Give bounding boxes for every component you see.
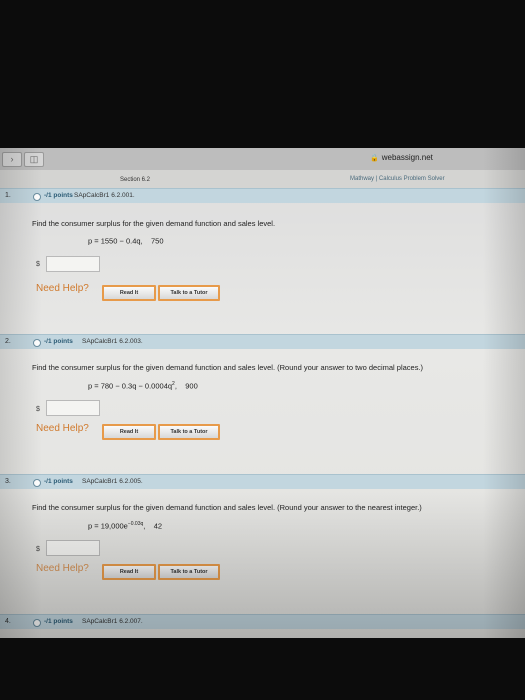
demand-equation: p = 19,000e−0.03q, 42 <box>88 521 162 531</box>
url-text: webassign.net <box>381 153 433 162</box>
question-code: SApCalcBr1 6.2.005. <box>82 478 143 485</box>
question-text: Find the consumer surplus for the given … <box>32 363 424 372</box>
talk-to-tutor-button[interactable]: Talk to a Tutor <box>158 564 220 580</box>
dollar-sign: $ <box>36 261 40 268</box>
question-3: 3. -/1 points SApCalcBr1 6.2.005. Find t… <box>0 474 525 607</box>
equation-main: p = 780 − 0.3q − 0.0004q <box>88 381 173 391</box>
question-body: Find the consumer surplus for the given … <box>0 489 525 607</box>
question-code: SApCalcBr1 6.2.007. <box>82 618 143 625</box>
question-header: 3. -/1 points SApCalcBr1 6.2.005. <box>0 474 525 489</box>
answer-input[interactable] <box>46 256 100 272</box>
screen: › ◫ 🔒 webassign.net Section 6.2 Mathway |… <box>0 148 525 638</box>
dollar-sign: $ <box>36 406 40 413</box>
expand-icon[interactable] <box>33 193 41 201</box>
question-2: 2. -/1 points SApCalcBr1 6.2.003. Find t… <box>0 334 525 467</box>
equation-main: p = 1550 − 0.4q, <box>88 236 143 246</box>
equation-main: p = 19,000e <box>88 521 128 531</box>
answer-input[interactable] <box>46 540 100 556</box>
page-header: Section 6.2 Mathway | Calculus Problem S… <box>0 170 525 188</box>
talk-to-tutor-button[interactable]: Talk to a Tutor <box>158 424 220 440</box>
demand-equation: p = 780 − 0.3q − 0.0004q2, 900 <box>88 381 198 391</box>
talk-to-tutor-button[interactable]: Talk to a Tutor <box>158 285 220 301</box>
question-header: 4. -/1 points SApCalcBr1 6.2.007. <box>0 614 525 629</box>
equation-rest: , <box>143 521 146 531</box>
browser-toolbar: › ◫ 🔒 webassign.net <box>0 148 525 171</box>
read-it-button[interactable]: Read It <box>102 564 156 580</box>
dollar-sign: $ <box>36 546 40 553</box>
question-number: 2. <box>5 338 11 345</box>
question-4: 4. -/1 points SApCalcBr1 6.2.007. <box>0 614 525 629</box>
question-code: SApCalcBr1 6.2.003. <box>82 338 143 345</box>
question-header: 1. -/1 points SApCalcBr1 6.2.001. <box>0 188 525 203</box>
expand-icon[interactable] <box>33 479 41 487</box>
need-help-label: Need Help? <box>36 283 89 294</box>
question-number: 4. <box>5 618 11 625</box>
question-number: 1. <box>5 192 11 199</box>
need-help-label: Need Help? <box>36 423 89 434</box>
question-body: Find the consumer surplus for the given … <box>0 349 525 467</box>
expand-icon[interactable] <box>33 619 41 627</box>
mathway-link[interactable]: Mathway | Calculus Problem Solver <box>350 176 445 182</box>
sidebar-icon[interactable]: ◫ <box>24 152 44 167</box>
question-header: 2. -/1 points SApCalcBr1 6.2.003. <box>0 334 525 349</box>
question-text: Find the consumer surplus for the given … <box>32 503 422 512</box>
question-1: 1. -/1 points SApCalcBr1 6.2.001. Find t… <box>0 188 525 321</box>
question-text: Find the consumer surplus for the given … <box>32 219 276 228</box>
lock-icon: 🔒 <box>370 155 379 162</box>
question-code: SApCalcBr1 6.2.001. <box>74 192 135 199</box>
question-points: -/1 points <box>44 338 73 345</box>
sales-level: 42 <box>153 521 163 531</box>
section-title: Section 6.2 <box>120 177 151 183</box>
expand-icon[interactable] <box>33 339 41 347</box>
question-points: -/1 points <box>44 192 73 199</box>
equation-exponent: −0.03q <box>127 521 144 527</box>
browser-nav: › ◫ <box>2 152 44 167</box>
forward-icon[interactable]: › <box>2 152 22 167</box>
question-points: -/1 points <box>44 478 73 485</box>
sales-level: 900 <box>185 381 198 391</box>
question-body: Find the consumer surplus for the given … <box>0 203 525 321</box>
demand-equation: p = 1550 − 0.4q, 750 <box>88 236 164 246</box>
question-points: -/1 points <box>44 618 73 625</box>
read-it-button[interactable]: Read It <box>102 424 156 440</box>
address-bar[interactable]: 🔒 webassign.net <box>370 153 433 162</box>
read-it-button[interactable]: Read It <box>102 285 156 301</box>
need-help-label: Need Help? <box>36 563 89 574</box>
answer-input[interactable] <box>46 400 100 416</box>
question-number: 3. <box>5 478 11 485</box>
equation-rest: , <box>174 381 177 391</box>
sales-level: 750 <box>150 236 164 246</box>
